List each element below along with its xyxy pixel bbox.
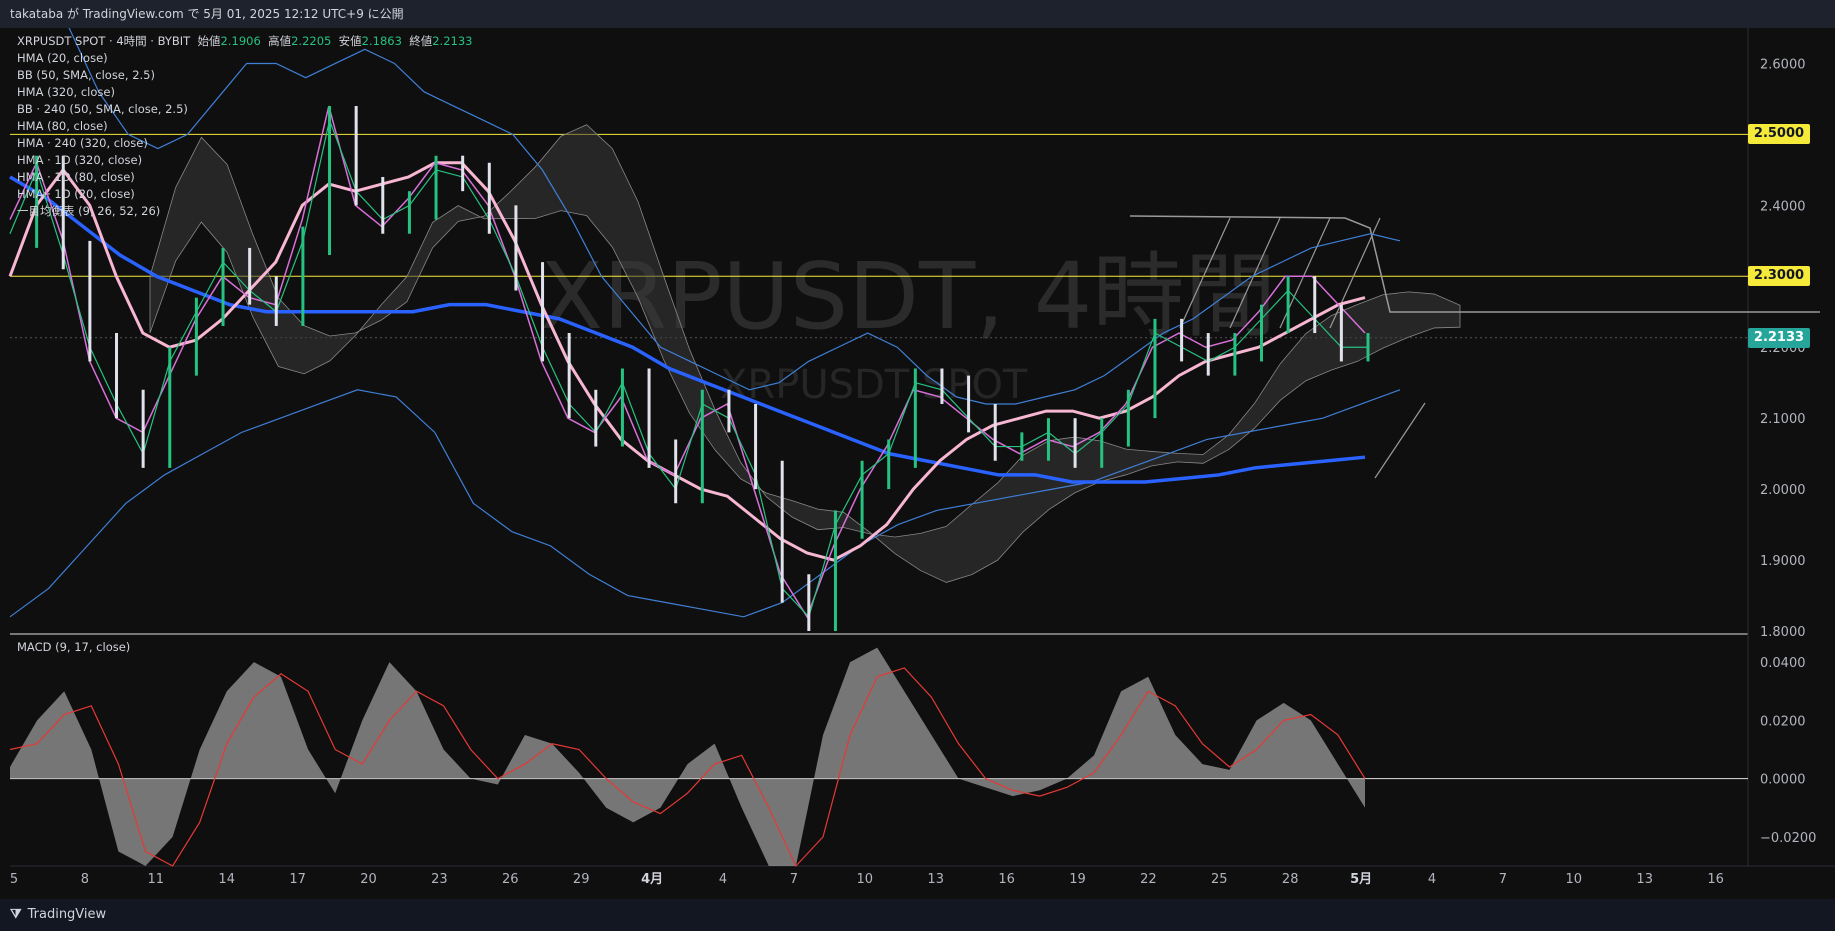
time-tick-1: 8: [81, 872, 89, 887]
time-tick-21: 7: [1499, 872, 1507, 887]
indicator-hma-1d-80[interactable]: HMA · 1D (80, close): [17, 169, 472, 186]
price-tag-2-5000: 2.5000: [1748, 124, 1810, 145]
indicator-hma320[interactable]: HMA (320, close): [17, 84, 472, 101]
time-tick-8: 29: [573, 872, 590, 887]
close-value: 2.2133: [432, 34, 473, 48]
price-tick-7: 1.9000: [1760, 554, 1806, 569]
publish-header: takataba が TradingView.com で 5月 01, 2025…: [0, 0, 1835, 28]
price-tick-6: 2.0000: [1760, 483, 1806, 498]
symbol-ohlc-row: XRPUSDT SPOT · 4時間 · BYBIT 始値2.1906 高値2.…: [17, 33, 472, 50]
tradingview-logo-icon: ⧩: [10, 907, 22, 922]
open-label: 始値: [197, 34, 221, 48]
indicator-ichimoku[interactable]: 一目均衡表 (9, 26, 52, 26): [17, 203, 472, 220]
time-tick-20: 4: [1428, 872, 1436, 887]
time-tick-24: 16: [1707, 872, 1724, 887]
time-tick-6: 23: [431, 872, 448, 887]
footer-logo-text: TradingView: [27, 907, 107, 922]
publish-line: takataba が TradingView.com で 5月 01, 2025…: [10, 7, 404, 21]
high-label: 高値: [268, 34, 292, 48]
macd-histogram-area[interactable]: [10, 647, 1365, 866]
low-value: 2.1863: [361, 34, 402, 48]
close-label: 終値: [409, 34, 433, 48]
time-tick-7: 26: [502, 872, 519, 887]
price-tick-0: 2.6000: [1760, 57, 1806, 72]
time-tick-9: 4月: [641, 872, 663, 887]
indicator-bb-240[interactable]: BB · 240 (50, SMA, close, 2.5): [17, 101, 472, 118]
time-tick-10: 4: [719, 872, 727, 887]
time-tick-2: 11: [148, 872, 165, 887]
chart-legend: XRPUSDT SPOT · 4時間 · BYBIT 始値2.1906 高値2.…: [17, 33, 472, 220]
price-tick-2: 2.4000: [1760, 199, 1806, 214]
price-tick-8: 1.8000: [1760, 625, 1806, 640]
time-tick-3: 14: [218, 872, 235, 887]
time-tick-13: 13: [927, 872, 944, 887]
time-tick-19: 5月: [1350, 872, 1372, 887]
macd-title[interactable]: MACD (9, 17, close): [17, 640, 130, 654]
macd-tick-1: 0.0200: [1760, 714, 1806, 729]
time-tick-12: 10: [857, 872, 874, 887]
time-tick-22: 10: [1566, 872, 1583, 887]
indicator-hma80[interactable]: HMA (80, close): [17, 118, 472, 135]
open-value: 2.1906: [220, 34, 261, 48]
time-tick-23: 13: [1636, 872, 1653, 887]
indicator-hma-240[interactable]: HMA · 240 (320, close): [17, 135, 472, 152]
time-tick-15: 19: [1069, 872, 1086, 887]
indicator-hma-1d-20[interactable]: HMA · 1D (20, close): [17, 186, 472, 203]
time-tick-16: 22: [1140, 872, 1157, 887]
indicator-hma-1d-320[interactable]: HMA · 1D (320, close): [17, 152, 472, 169]
high-value: 2.2205: [291, 34, 332, 48]
time-tick-17: 25: [1211, 872, 1228, 887]
low-label: 安値: [338, 34, 362, 48]
price-tag-2-3000: 2.3000: [1748, 266, 1810, 287]
footer: ⧩ TradingView: [0, 899, 1835, 931]
macd-tick-3: −0.0200: [1760, 831, 1816, 846]
price-tag-last: 2.2133: [1748, 327, 1810, 348]
watermark-sub: XRPUSDT SPOT: [720, 362, 1028, 408]
macd-tick-2: 0.0000: [1760, 773, 1806, 788]
price-tick-5: 2.1000: [1760, 412, 1806, 427]
time-tick-5: 20: [360, 872, 377, 887]
time-tick-0: 5: [10, 872, 18, 887]
time-tick-11: 7: [790, 872, 798, 887]
symbol-line: XRPUSDT SPOT · 4時間 · BYBIT: [17, 34, 191, 48]
time-tick-18: 28: [1282, 872, 1299, 887]
indicator-bb[interactable]: BB (50, SMA, close, 2.5): [17, 67, 472, 84]
time-tick-4: 17: [289, 872, 306, 887]
time-tick-14: 16: [998, 872, 1015, 887]
macd-tick-0: 0.0400: [1760, 656, 1806, 671]
indicator-hma20[interactable]: HMA (20, close): [17, 50, 472, 67]
